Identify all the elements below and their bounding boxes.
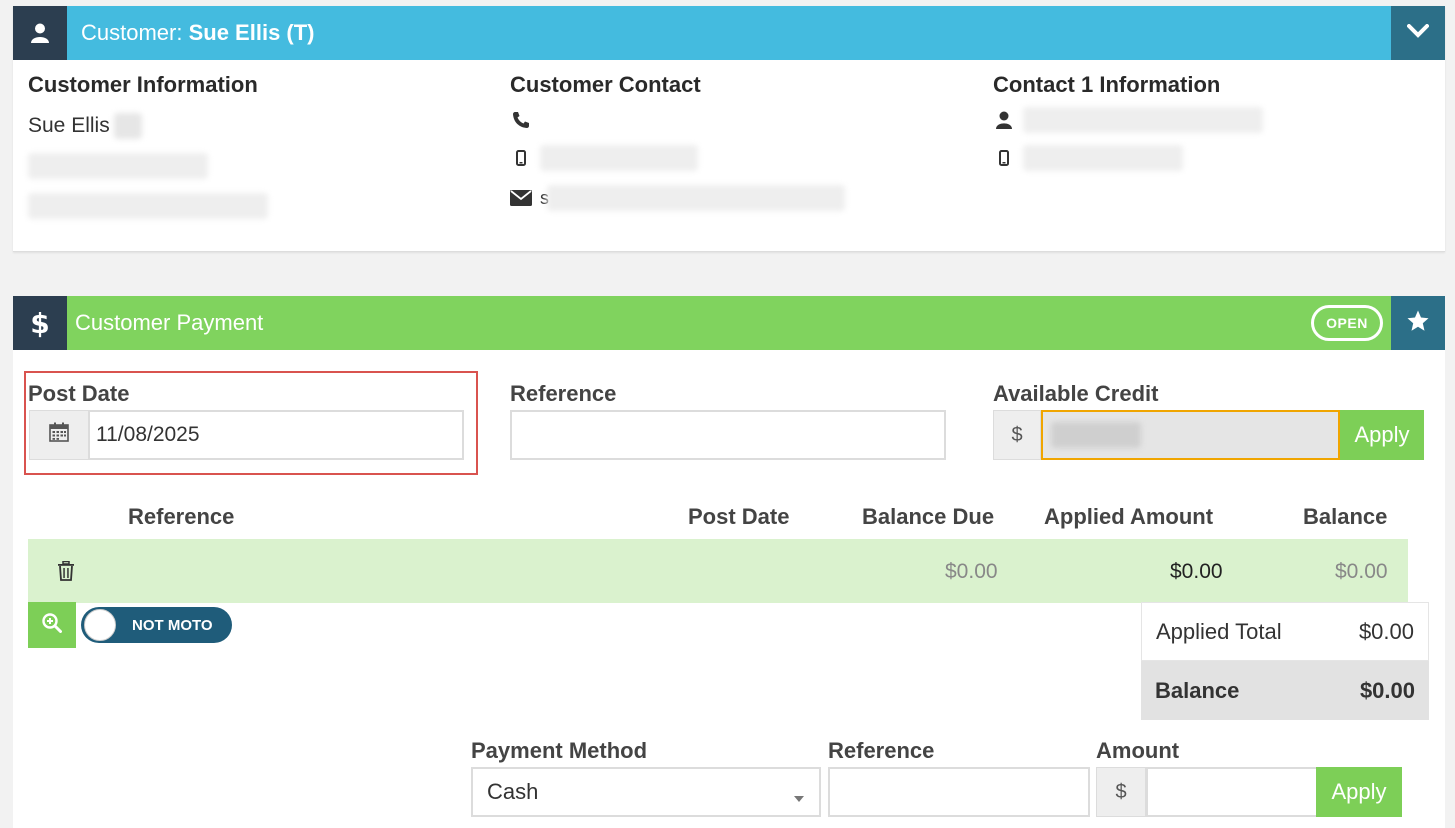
- customer-information-heading: Customer Information: [28, 72, 258, 97]
- customer-panel-header: Customer: Sue Ellis (T): [13, 6, 1445, 60]
- redacted-text: [1023, 145, 1183, 171]
- search-invoice-button[interactable]: [28, 602, 76, 648]
- delete-row-button[interactable]: [57, 560, 75, 586]
- redacted-text: [28, 153, 208, 179]
- post-date-input[interactable]: 11/08/2025: [88, 410, 464, 460]
- column-header-post-date[interactable]: Post Date: [688, 504, 789, 530]
- customer-panel-title: Customer: Sue Ellis (T): [67, 20, 315, 46]
- post-date-label: Post Date: [28, 381, 130, 406]
- title-prefix: Customer:: [81, 20, 189, 45]
- payment-panel-title: Customer Payment: [75, 310, 264, 335]
- caret-down-icon: [793, 785, 805, 811]
- balance-total-row: Balance $0.00: [1141, 661, 1429, 720]
- calendar-icon: [49, 422, 69, 448]
- payment-panel: $ Customer Payment OPEN Post Date 11/08/…: [13, 296, 1445, 828]
- mobile-icon: [993, 150, 1015, 166]
- currency-addon: $: [993, 410, 1041, 460]
- customer-name-title: Sue Ellis (T): [188, 20, 315, 45]
- dollar-icon: $: [13, 296, 67, 350]
- payment-reference-label: Reference: [828, 738, 935, 763]
- contact-1-information: Contact 1 Information: [993, 72, 1263, 178]
- moto-toggle[interactable]: NOT MOTO: [81, 607, 232, 643]
- payment-method-label: Payment Method: [471, 738, 648, 763]
- column-header-applied-amount[interactable]: Applied Amount: [1044, 504, 1213, 530]
- customer-information: Customer Information Sue Ellis: [28, 72, 268, 226]
- envelope-icon: [510, 190, 532, 206]
- payment-panel-header: $ Customer Payment OPEN: [13, 296, 1445, 350]
- row-applied-amount[interactable]: $0.00: [1170, 560, 1223, 584]
- favorite-button[interactable]: [1391, 296, 1445, 350]
- customer-panel: Customer: Sue Ellis (T) Customer Informa…: [13, 6, 1445, 252]
- applied-total-row: Applied Total $0.00: [1141, 602, 1429, 661]
- balance-total-value: $0.00: [1359, 677, 1415, 703]
- trash-icon: [57, 560, 75, 585]
- customer-contact: Customer Contact s: [510, 72, 845, 218]
- status-badge: OPEN: [1311, 305, 1383, 341]
- customer-name: Sue Ellis: [28, 114, 110, 137]
- phone-icon: [510, 111, 532, 129]
- amount-currency-addon: $: [1096, 767, 1146, 817]
- apply-payment-button[interactable]: Apply: [1316, 767, 1402, 817]
- payment-method-value: Cash: [487, 779, 539, 804]
- phone-line: [510, 102, 845, 138]
- redacted-text: [28, 193, 268, 219]
- contact-1-name-line: [993, 102, 1263, 138]
- payment-reference-input[interactable]: [828, 767, 1090, 817]
- post-date-value: 11/08/2025: [96, 423, 200, 446]
- star-icon: [1406, 309, 1430, 338]
- redacted-text: [113, 113, 142, 139]
- reference-input[interactable]: [510, 410, 946, 460]
- apply-credit-button[interactable]: Apply: [1340, 410, 1424, 460]
- address-line-2: [28, 186, 268, 226]
- applied-total-value: $0.00: [1358, 618, 1414, 644]
- collapse-button[interactable]: [1391, 6, 1445, 60]
- balance-total-label: Balance: [1155, 677, 1240, 703]
- user-icon: [13, 6, 67, 60]
- calendar-addon[interactable]: [29, 410, 89, 460]
- applied-total-label: Applied Total: [1156, 618, 1282, 644]
- redacted-text: [1051, 422, 1141, 448]
- row-balance: $0.00: [1335, 560, 1388, 583]
- column-header-reference[interactable]: Reference: [128, 504, 234, 530]
- moto-toggle-label: NOT MOTO: [132, 616, 213, 634]
- chevron-down-icon: [1407, 23, 1429, 43]
- reference-label: Reference: [510, 381, 617, 406]
- currency-symbol: $: [1011, 423, 1023, 446]
- column-header-balance[interactable]: Balance: [1303, 504, 1387, 530]
- customer-contact-heading: Customer Contact: [510, 72, 701, 97]
- redacted-text: [1023, 107, 1263, 133]
- column-header-balance-due[interactable]: Balance Due: [862, 504, 994, 530]
- row-balance-due: $0.00: [945, 560, 998, 583]
- zoom-in-icon: [42, 612, 62, 638]
- contact-1-mobile-line: [993, 138, 1263, 178]
- toggle-knob: [84, 609, 116, 641]
- available-credit-label: Available Credit: [993, 381, 1159, 406]
- totals-box: Applied Total $0.00 Balance $0.00: [1141, 602, 1429, 720]
- user-icon: [993, 111, 1015, 129]
- amount-currency-symbol: $: [1115, 780, 1127, 803]
- amount-label: Amount: [1096, 738, 1180, 763]
- redacted-text: [547, 185, 845, 211]
- contact-1-heading: Contact 1 Information: [993, 72, 1221, 97]
- email-line: s: [510, 178, 845, 218]
- amount-input[interactable]: [1146, 767, 1318, 817]
- address-line-1: [28, 146, 268, 186]
- available-credit-input[interactable]: [1041, 410, 1340, 460]
- customer-name-line: Sue Ellis: [28, 106, 268, 146]
- payment-method-select[interactable]: Cash: [471, 767, 821, 817]
- mobile-icon: [510, 150, 532, 166]
- mobile-line: [510, 138, 845, 178]
- redacted-text: [540, 145, 698, 171]
